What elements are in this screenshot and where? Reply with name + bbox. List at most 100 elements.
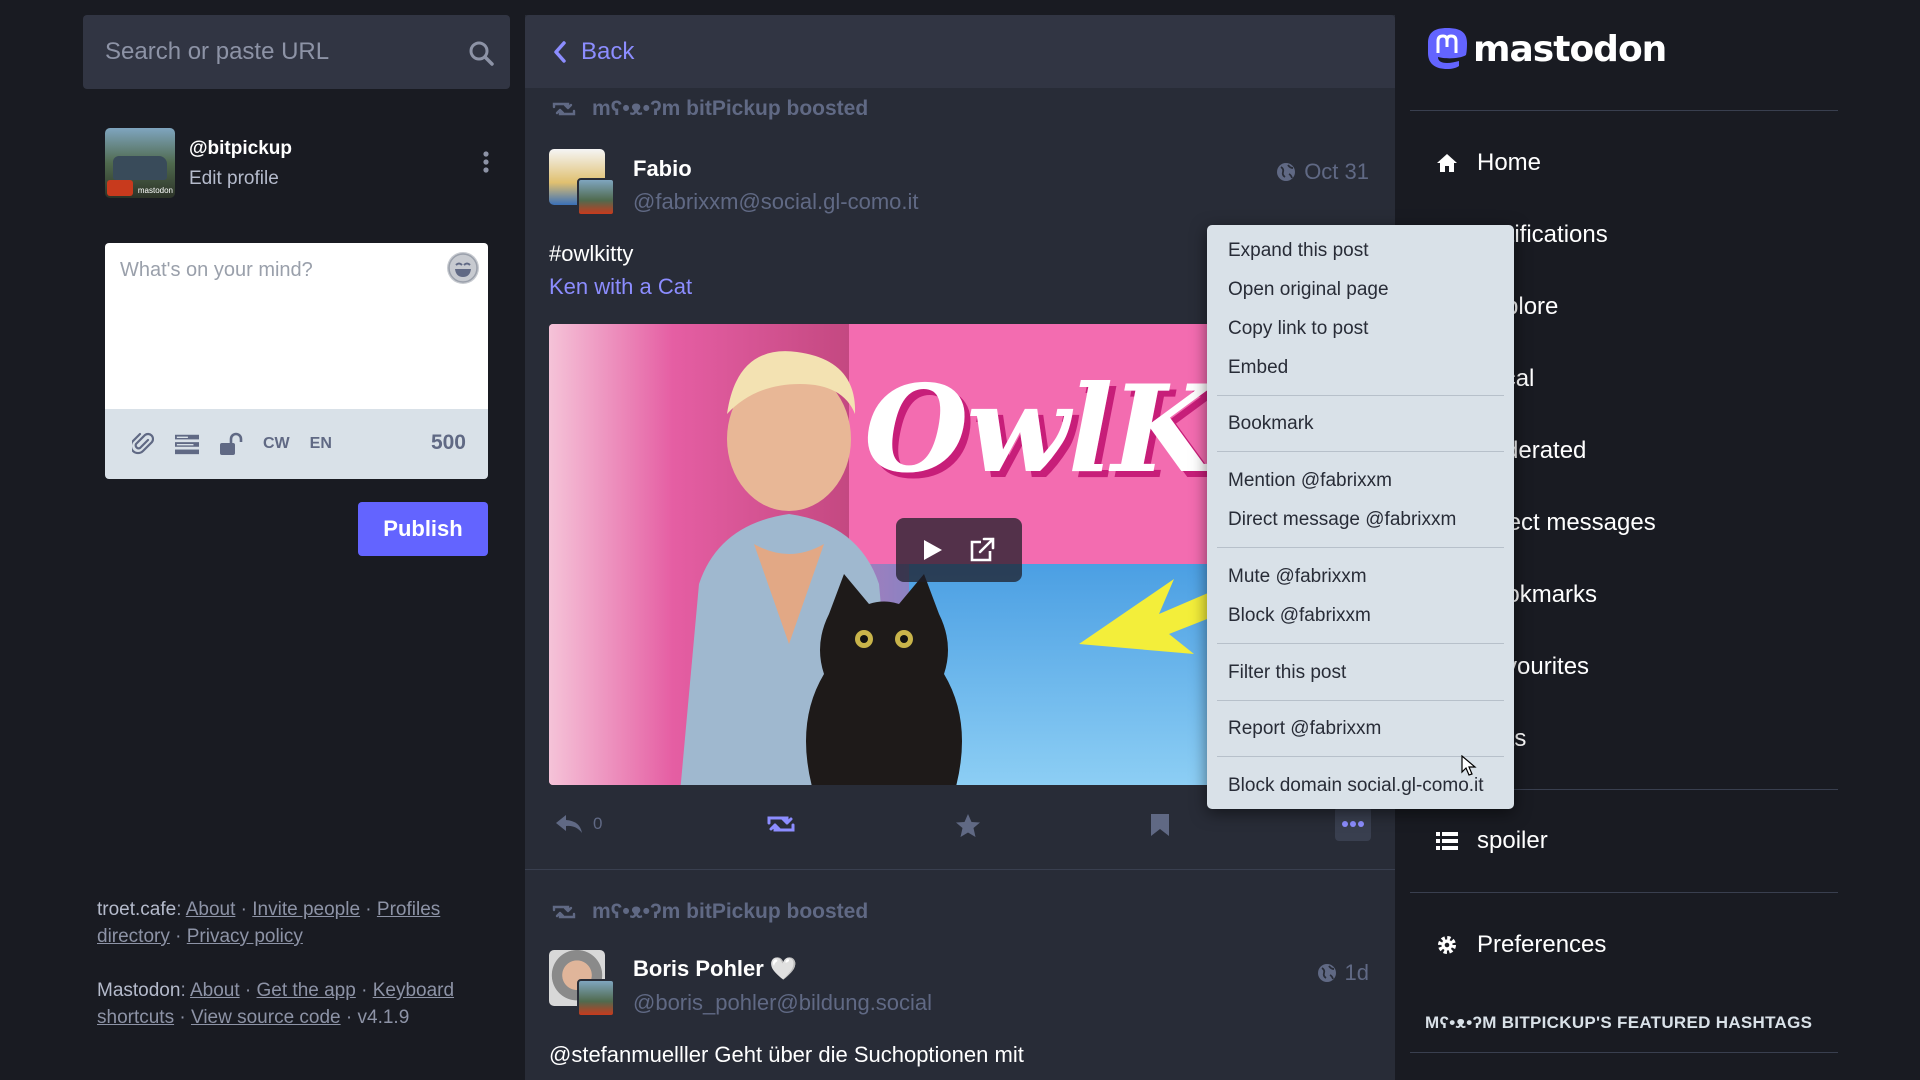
status-author-name[interactable]: Boris Pohler 🤍 — [633, 956, 797, 982]
mouse-cursor-icon — [1461, 755, 1477, 776]
search-icon[interactable] — [468, 40, 494, 66]
boosted-by-label[interactable]: mʕ•ᴥ•ʔm bitPickup boosted — [592, 97, 868, 121]
nav-item-spoiler-list[interactable]: spoiler — [1435, 827, 1548, 855]
bookmark-icon — [1150, 813, 1170, 837]
status-options-dropdown: Expand this post Open original page Copy… — [1207, 225, 1514, 809]
footer-version: v4.1.9 — [357, 1007, 410, 1028]
status-author-handle[interactable]: @fabrixxm@social.gl-como.it — [633, 189, 919, 215]
retweet-icon — [765, 813, 797, 835]
avatar[interactable]: mastodon — [105, 128, 175, 198]
list-icon — [1435, 832, 1459, 850]
menu-item-filter-post[interactable]: Filter this post — [1228, 662, 1346, 684]
content-warning-button[interactable]: CW — [263, 435, 290, 453]
ellipsis-icon — [1342, 820, 1364, 828]
retweet-icon — [551, 100, 577, 118]
nav-item-preferences[interactable]: Preferences — [1435, 931, 1606, 959]
status-timestamp[interactable]: 1d — [1317, 960, 1369, 986]
search-input[interactable] — [83, 15, 510, 89]
column-header: Back — [525, 15, 1395, 88]
nav-divider — [1410, 892, 1838, 893]
emoji-picker-icon[interactable] — [447, 252, 479, 284]
back-button[interactable]: Back — [553, 38, 634, 66]
compose-form: CW EN 500 — [105, 243, 488, 479]
account-panel: mastodon @bitpickup Edit profile — [105, 128, 490, 198]
menu-separator — [1217, 547, 1504, 548]
status-link[interactable]: Ken with a Cat — [549, 274, 692, 300]
reply-icon — [555, 813, 583, 835]
more-options-button[interactable] — [1335, 807, 1371, 841]
menu-item-report[interactable]: Report @fabrixxm — [1228, 718, 1381, 740]
footer-invite-link[interactable]: Invite people — [252, 899, 360, 920]
footer-about-link[interactable]: About — [186, 899, 236, 920]
menu-item-block-domain[interactable]: Block domain social.gl-como.it — [1228, 775, 1484, 797]
nav-label: Home — [1477, 149, 1542, 176]
mastodon-logo-icon — [1425, 26, 1469, 72]
nav-divider — [1410, 1052, 1838, 1053]
footer-get-app-link[interactable]: Get the app — [257, 980, 356, 1001]
kebab-menu-icon[interactable] — [482, 150, 490, 174]
boost-indicator: mʕ•ᴥ•ʔm bitPickup boosted — [551, 900, 868, 924]
footer-privacy-link[interactable]: Privacy policy — [187, 926, 303, 947]
footer-mastodon-label: Mastodon — [97, 980, 181, 1001]
edit-profile-link[interactable]: Edit profile — [189, 168, 279, 190]
status-time-label: Oct 31 — [1304, 159, 1369, 184]
back-label: Back — [581, 37, 635, 65]
menu-separator — [1217, 395, 1504, 396]
play-icon[interactable] — [922, 538, 944, 562]
menu-item-mute[interactable]: Mute @fabrixxm — [1228, 566, 1367, 588]
mastodon-logo-text: mastodon — [1473, 28, 1667, 70]
booster-avatar — [577, 178, 615, 216]
search-box[interactable] — [83, 15, 510, 89]
nav-label: spoiler — [1477, 827, 1548, 854]
menu-item-copy-link[interactable]: Copy link to post — [1228, 318, 1368, 340]
favourite-button[interactable] — [955, 813, 981, 839]
mastodon-logo[interactable]: mastodon — [1425, 26, 1667, 72]
paperclip-icon[interactable] — [131, 432, 155, 456]
menu-item-direct-message[interactable]: Direct message @fabrixxm — [1228, 509, 1456, 531]
footer-mastodon-about-link[interactable]: About — [190, 980, 240, 1001]
reply-button[interactable]: 0 — [555, 813, 602, 835]
menu-item-bookmark[interactable]: Bookmark — [1228, 413, 1314, 435]
menu-item-block[interactable]: Block @fabrixxm — [1228, 605, 1371, 627]
status-author-handle[interactable]: @boris_pohler@bildung.social — [633, 990, 932, 1016]
boosted-by-label[interactable]: mʕ•ᴥ•ʔm bitPickup boosted — [592, 900, 868, 924]
menu-item-mention[interactable]: Mention @fabrixxm — [1228, 470, 1392, 492]
account-handle[interactable]: @bitpickup — [189, 138, 292, 160]
gear-icon — [1435, 934, 1459, 956]
character-counter: 500 — [430, 431, 466, 454]
nav-divider — [1410, 110, 1838, 111]
chevron-left-icon — [553, 40, 567, 63]
footer-source-link[interactable]: View source code — [191, 1007, 341, 1028]
bookmark-button[interactable] — [1150, 813, 1170, 837]
poll-icon[interactable] — [175, 432, 199, 456]
status-action-bar: 0 — [555, 807, 1371, 853]
boost-indicator: mʕ•ᴥ•ʔm bitPickup boosted — [551, 97, 868, 121]
avatar-watermark: mastodon — [137, 186, 173, 195]
featured-hashtags-heading: Mʕ•ᴥ•ʔM BITPICKUP'S FEATURED HASHTAGS — [1425, 1013, 1813, 1032]
publish-button[interactable]: Publish — [358, 502, 488, 556]
star-icon — [955, 813, 981, 839]
reply-count: 0 — [593, 814, 603, 833]
booster-avatar — [577, 979, 615, 1017]
compose-textarea[interactable] — [105, 243, 488, 409]
nav-item-home[interactable]: Home — [1435, 149, 1541, 177]
compose-toolbar: CW EN 500 — [105, 409, 488, 479]
external-link-icon[interactable] — [968, 536, 996, 564]
menu-separator — [1217, 643, 1504, 644]
menu-separator — [1217, 700, 1504, 701]
language-button[interactable]: EN — [310, 435, 332, 453]
status-hashtag[interactable]: #owlkitty — [549, 241, 633, 267]
footer-server-name: troet.cafe — [97, 899, 177, 920]
menu-item-embed[interactable]: Embed — [1228, 357, 1288, 379]
menu-item-open-original[interactable]: Open original page — [1228, 279, 1389, 301]
visibility-unlock-icon[interactable] — [219, 432, 243, 456]
status-content: @stefanmuelller Geht über die Suchoption… — [549, 1042, 1024, 1067]
globe-icon — [1276, 162, 1296, 182]
menu-separator — [1217, 451, 1504, 452]
boost-button[interactable] — [765, 813, 797, 835]
status-timestamp[interactable]: Oct 31 — [1276, 159, 1369, 185]
retweet-icon — [551, 903, 577, 921]
cat-graphic — [806, 574, 962, 785]
menu-item-expand-post[interactable]: Expand this post — [1228, 240, 1368, 262]
status-author-name[interactable]: Fabio — [633, 156, 692, 182]
